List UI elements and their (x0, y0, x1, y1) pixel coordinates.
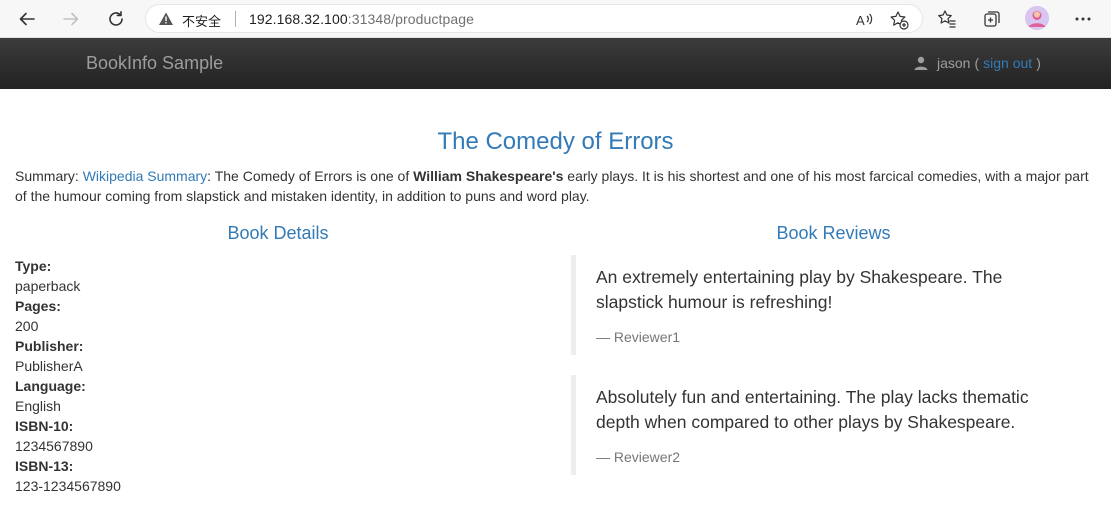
type-value: paperback (15, 278, 81, 294)
more-button[interactable] (1070, 6, 1096, 32)
pages-value: 200 (15, 318, 39, 334)
summary-text-1: : The Comedy of Errors is one of (207, 168, 414, 184)
wikipedia-summary-link[interactable]: Wikipedia Summary (83, 168, 207, 184)
language-value: English (15, 398, 61, 414)
favorites-icon (938, 10, 956, 28)
publisher-value: PublisherA (15, 358, 83, 374)
review-text: An extremely entertaining play by Shakes… (596, 267, 1003, 312)
paren-open: ( (974, 55, 980, 71)
read-aloud-icon[interactable]: A (854, 10, 874, 30)
add-favorite-icon[interactable] (889, 10, 909, 30)
security-status-label[interactable]: 不安全 (182, 11, 221, 30)
more-icon (1075, 17, 1091, 21)
book-title: The Comedy of Errors (437, 128, 674, 155)
paren-close: ) (1036, 55, 1041, 71)
favorites-button[interactable] (934, 6, 960, 32)
review-block: Absolutely fun and entertaining. The pla… (571, 375, 1091, 475)
language-label: Language: (15, 378, 86, 394)
refresh-button[interactable] (100, 3, 132, 35)
review-block: An extremely entertaining play by Shakes… (571, 255, 1091, 355)
summary-prefix: Summary: (15, 168, 83, 184)
user-area: jason ( sign out ) (914, 55, 1041, 71)
collections-button[interactable] (979, 6, 1005, 32)
profile-avatar[interactable] (1025, 6, 1049, 30)
user-icon (914, 56, 928, 70)
book-details: Type: paperback Pages: 200 Publisher: Pu… (15, 256, 535, 496)
book-summary: Summary: Wikipedia Summary: The Comedy o… (15, 166, 1096, 206)
address-bar[interactable]: 不安全 192.168.32.100:31348/productpage A (145, 4, 923, 33)
isbn13-value: 123-1234567890 (15, 478, 121, 494)
review-text: Absolutely fun and entertaining. The pla… (596, 387, 1029, 432)
address-separator (235, 11, 236, 27)
arrow-left-icon (19, 12, 35, 26)
refresh-icon (109, 11, 123, 26)
svg-text:A: A (856, 13, 865, 28)
book-details-heading: Book Details (227, 223, 329, 243)
sign-out-link[interactable]: sign out (983, 55, 1032, 71)
isbn10-label: ISBN-10: (15, 418, 74, 434)
profile-icon (1025, 6, 1049, 30)
isbn10-value: 1234567890 (15, 438, 93, 454)
brand-link[interactable]: BookInfo Sample (86, 53, 223, 74)
review-author: — Reviewer1 (596, 329, 681, 345)
arrow-right-icon (63, 12, 79, 26)
type-label: Type: (15, 258, 52, 274)
publisher-label: Publisher: (15, 338, 84, 354)
review-author: — Reviewer2 (596, 449, 681, 465)
url-text[interactable]: 192.168.32.100:31348/productpage (249, 11, 474, 27)
pages-label: Pages: (15, 298, 61, 314)
url-path: :31348/productpage (347, 11, 475, 27)
url-host: 192.168.32.100 (249, 11, 348, 27)
forward-button[interactable] (55, 3, 87, 35)
browser-toolbar: 不安全 192.168.32.100:31348/productpage A (0, 0, 1111, 38)
back-button[interactable] (11, 3, 43, 35)
user-name: jason (937, 55, 971, 71)
collections-icon (984, 11, 1000, 27)
isbn13-label: ISBN-13: (15, 458, 74, 474)
book-reviews-heading: Book Reviews (776, 223, 891, 243)
warning-triangle-icon[interactable] (158, 11, 174, 27)
summary-author: William Shakespeare's (413, 168, 564, 184)
app-navbar: BookInfo Sample jason ( sign out ) (0, 38, 1111, 89)
